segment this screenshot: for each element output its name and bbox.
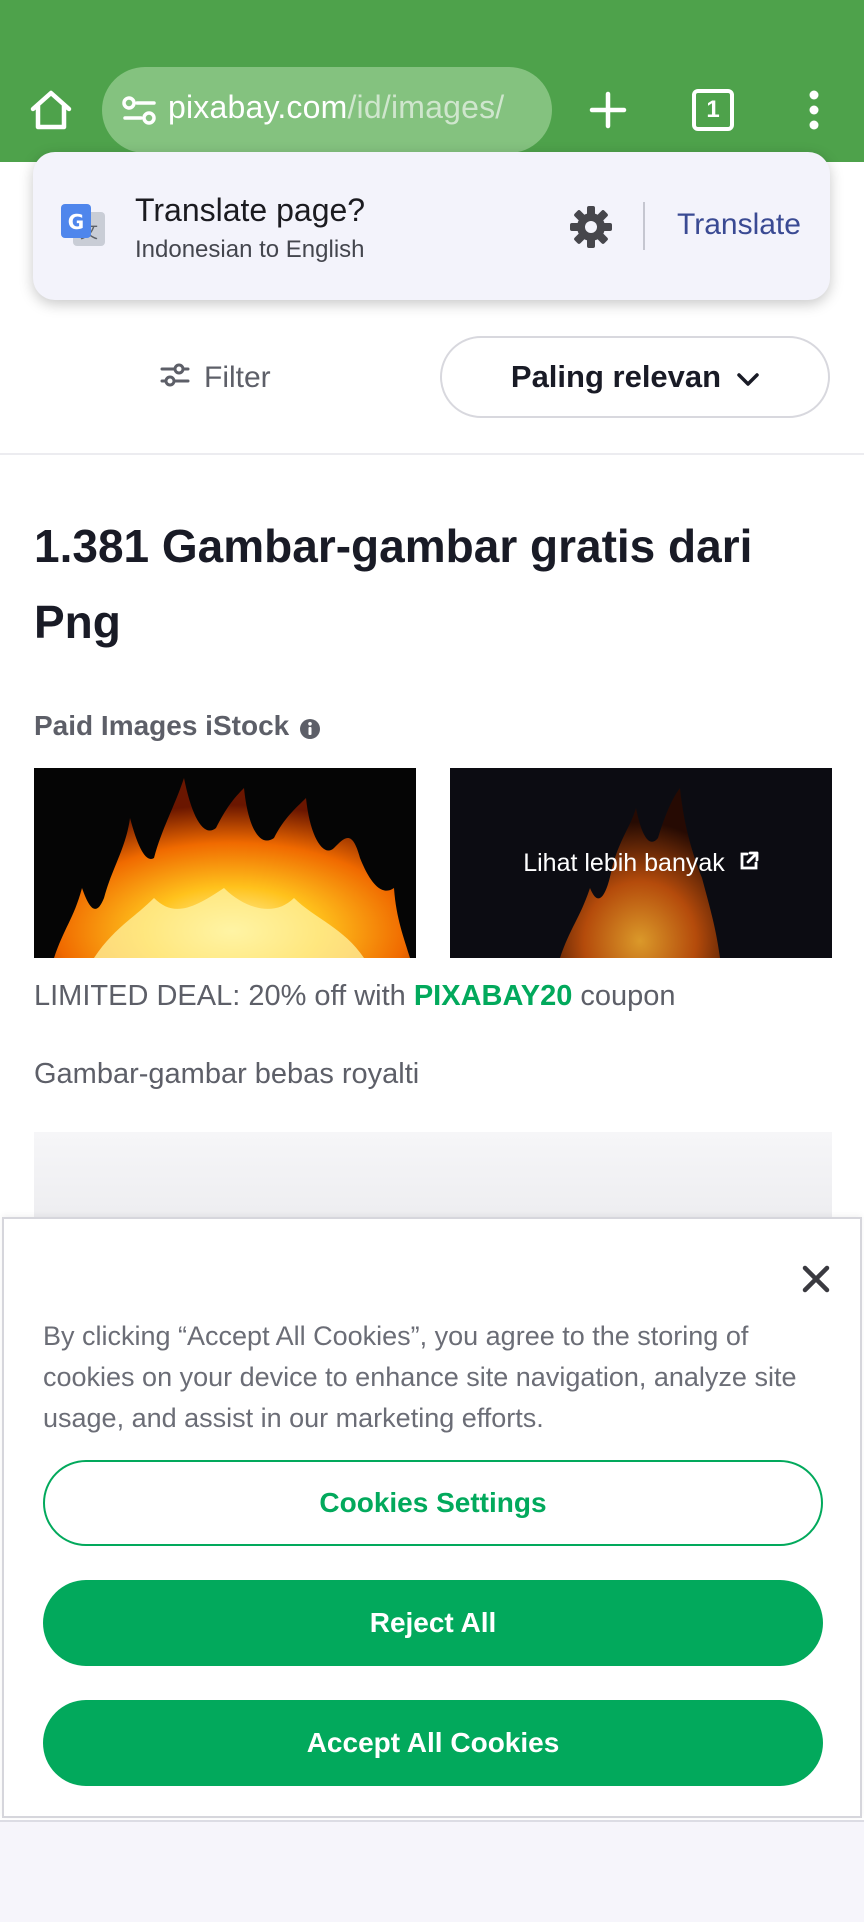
deal-prefix: LIMITED DEAL: 20% off with bbox=[34, 980, 414, 1012]
translate-popup: 文 G Translate page? Indonesian to Englis… bbox=[33, 152, 830, 300]
tab-count: 1 bbox=[692, 89, 734, 131]
url-path: /id/images/ bbox=[347, 89, 505, 125]
limited-deal-text: LIMITED DEAL: 20% off with PIXABAY20 cou… bbox=[34, 980, 676, 1013]
page-title: 1.381 Gambar-gambar gratis dari Png bbox=[34, 520, 753, 648]
istock-see-more-card[interactable]: Lihat lebih banyak bbox=[450, 768, 832, 958]
translate-divider bbox=[643, 202, 645, 250]
cookies-settings-button[interactable]: Cookies Settings bbox=[43, 1460, 823, 1546]
close-icon[interactable] bbox=[793, 1256, 839, 1302]
paid-images-label: Paid Images iStock bbox=[34, 710, 321, 742]
more-menu-icon[interactable] bbox=[794, 84, 834, 136]
accept-all-cookies-button[interactable]: Accept All Cookies bbox=[43, 1700, 823, 1786]
new-tab-icon[interactable] bbox=[584, 84, 632, 136]
see-more-link[interactable]: Lihat lebih banyak bbox=[450, 768, 832, 958]
tab-switcher-button[interactable]: 1 bbox=[684, 84, 742, 136]
svg-text:G: G bbox=[68, 210, 84, 234]
home-icon[interactable] bbox=[22, 84, 80, 136]
translate-button[interactable]: Translate bbox=[677, 208, 801, 242]
translate-language-pair: Indonesian to English bbox=[135, 236, 365, 263]
sort-dropdown[interactable]: Paling relevan bbox=[440, 336, 830, 418]
gear-icon[interactable] bbox=[568, 204, 614, 250]
translate-title: Translate page? bbox=[135, 192, 366, 228]
coupon-code: PIXABAY20 bbox=[413, 980, 573, 1012]
royalty-free-heading: Gambar-gambar bebas royalti bbox=[34, 1058, 420, 1090]
chevron-down-icon bbox=[737, 359, 759, 395]
url-text[interactable]: pixabay.com/id/images/ bbox=[168, 89, 548, 126]
see-more-text: Lihat lebih banyak bbox=[523, 848, 725, 877]
site-settings-icon[interactable] bbox=[120, 91, 160, 131]
google-translate-icon: 文 G bbox=[59, 202, 107, 250]
cookie-consent-text: By clicking “Accept All Cookies”, you ag… bbox=[43, 1321, 797, 1433]
url-domain: pixabay.com bbox=[168, 89, 348, 125]
paid-images-text: Paid Images iStock bbox=[34, 710, 290, 741]
info-icon[interactable] bbox=[299, 715, 321, 739]
bottom-nav-area bbox=[0, 1820, 864, 1922]
reject-all-button[interactable]: Reject All bbox=[43, 1580, 823, 1666]
filter-label: Filter bbox=[204, 361, 271, 394]
section-divider bbox=[0, 453, 864, 455]
filter-button[interactable]: Filter bbox=[160, 358, 271, 398]
sliders-icon bbox=[160, 361, 190, 395]
image-grid-placeholder bbox=[34, 1132, 832, 1222]
sort-label: Paling relevan bbox=[510, 359, 722, 394]
istock-image-fire[interactable] bbox=[34, 768, 416, 958]
deal-suffix: coupon bbox=[572, 980, 676, 1012]
address-bar[interactable]: pixabay.com/id/images/ bbox=[102, 67, 552, 153]
external-link-icon bbox=[739, 849, 759, 878]
